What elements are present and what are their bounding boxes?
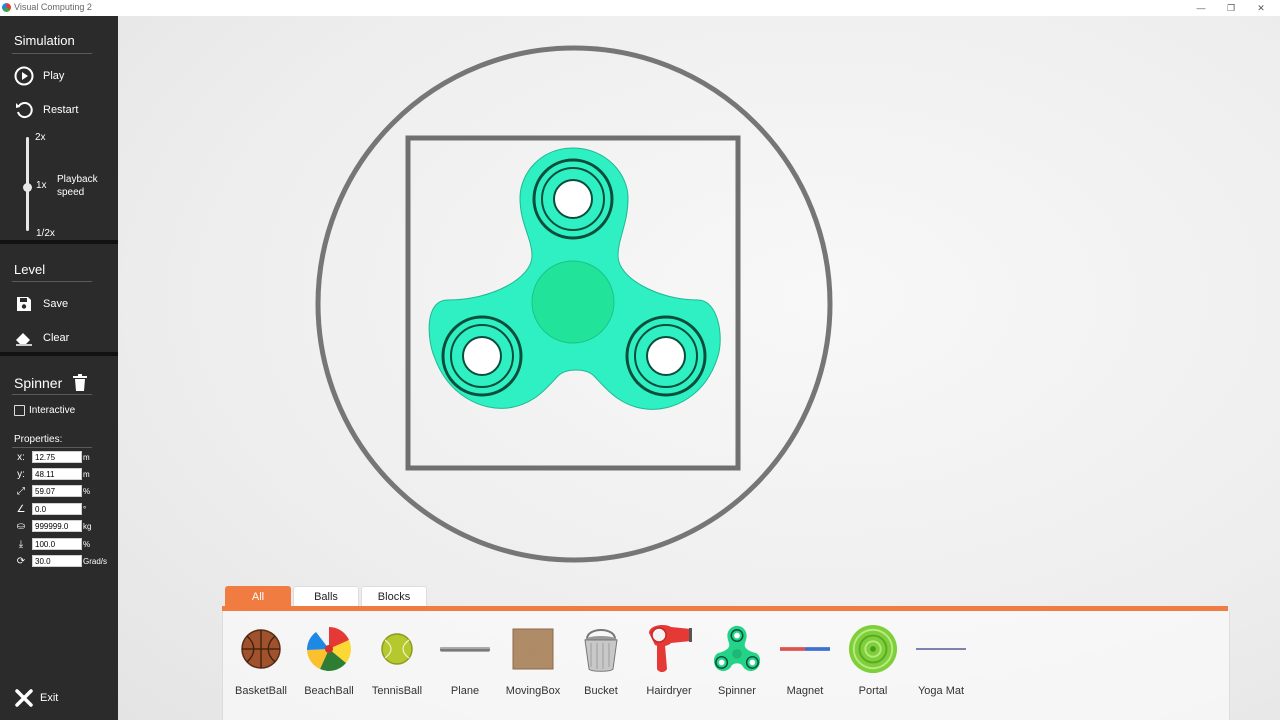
palette-item-plane[interactable]: Plane: [431, 611, 499, 711]
gravity-field[interactable]: [32, 538, 82, 550]
portal-icon: [848, 624, 898, 674]
palette-item-tennisball[interactable]: TennisBall: [363, 611, 431, 711]
y-unit: m: [83, 469, 90, 479]
gravity-unit: %: [83, 539, 91, 549]
exit-icon: [14, 688, 34, 708]
rotation-icon: ⟳: [16, 555, 26, 567]
rotation-unit: Grad/s: [83, 556, 108, 566]
box-icon: [508, 624, 558, 674]
eraser-icon: [14, 328, 34, 348]
bucket-icon: [576, 624, 626, 674]
slider-knob[interactable]: [23, 183, 32, 192]
prop-row-mass: ⛀ kg: [14, 519, 91, 533]
scale-icon: ⤢: [17, 485, 25, 497]
angle-icon: ∠: [16, 503, 26, 515]
y-icon: y:: [17, 468, 25, 480]
exit-label: Exit: [40, 692, 59, 704]
x-icon: x:: [17, 451, 25, 463]
prop-row-x: x: m: [14, 450, 90, 464]
playback-speed-label: Playback speed: [57, 174, 98, 198]
clear-label: Clear: [43, 332, 70, 344]
object-name: Spinner: [14, 375, 63, 391]
palette-item-movingbox[interactable]: MovingBox: [499, 611, 567, 711]
angle-unit: °: [83, 504, 87, 514]
interactive-checkbox[interactable]: [14, 405, 25, 416]
restart-label: Restart: [43, 104, 79, 116]
rotation-speed-field[interactable]: [32, 555, 82, 567]
tennisball-icon: [372, 624, 422, 674]
tab-balls[interactable]: Balls: [293, 586, 359, 608]
tab-blocks[interactable]: Blocks: [361, 586, 427, 608]
play-icon: [14, 66, 34, 86]
prop-row-gravity: ⤓ %: [14, 537, 90, 551]
hairdryer-icon: [644, 624, 694, 674]
item-label: Yoga Mat: [917, 685, 965, 697]
minimize-button[interactable]: —: [1192, 1, 1210, 15]
palette-item-portal[interactable]: Portal: [839, 611, 907, 711]
exit-button[interactable]: Exit: [14, 688, 58, 708]
restart-icon: [14, 100, 34, 120]
object-palette: BasketBall BeachBall TennisBall Plane Mo…: [222, 611, 1230, 720]
yogamat-icon: [916, 624, 966, 674]
save-label: Save: [43, 298, 69, 310]
angle-field[interactable]: [32, 503, 82, 515]
palette-item-spinner[interactable]: Spinner: [703, 611, 771, 711]
palette-item-beachball[interactable]: BeachBall: [295, 611, 363, 711]
palette-item-bucket[interactable]: Bucket: [567, 611, 635, 711]
save-icon: [14, 294, 34, 314]
divider: [12, 394, 92, 395]
palette-item-basketball[interactable]: BasketBall: [227, 611, 295, 711]
x-position-field[interactable]: [32, 451, 82, 463]
fidget-spinner[interactable]: [428, 147, 721, 410]
level-heading: Level: [14, 262, 46, 277]
close-button[interactable]: ✕: [1252, 1, 1270, 15]
mass-unit: kg: [83, 521, 92, 531]
interactive-label: Interactive: [29, 405, 76, 416]
divider: [12, 53, 92, 54]
weight-icon: ⛀: [16, 520, 26, 532]
maximize-button[interactable]: ❐: [1222, 1, 1240, 15]
prop-row-scale: ⤢ %: [14, 484, 90, 498]
palette-item-hairdryer[interactable]: Hairdryer: [635, 611, 703, 711]
section-separator: [0, 352, 118, 356]
prop-row-y: y: m: [14, 467, 90, 481]
plane-icon: [440, 624, 490, 674]
restart-button[interactable]: Restart: [14, 100, 78, 120]
basketball-icon: [236, 624, 286, 674]
palette-item-yoga-mat[interactable]: Yoga Mat: [907, 611, 975, 711]
speed-mid-label: 1x: [36, 180, 47, 191]
magnet-icon: [780, 624, 830, 674]
x-unit: m: [83, 452, 90, 462]
spinner-icon: [712, 624, 762, 674]
clear-button[interactable]: Clear: [14, 328, 69, 348]
tab-all[interactable]: All: [225, 586, 291, 608]
gravity-icon: ⤓: [18, 538, 24, 550]
save-button[interactable]: Save: [14, 294, 68, 314]
title-bar: Visual Computing 2 — ❐ ✕: [0, 0, 1280, 16]
palette-item-magnet[interactable]: Magnet: [771, 611, 839, 711]
section-separator: [0, 240, 118, 244]
speed-min-label: 1/2x: [36, 228, 55, 239]
divider: [12, 281, 92, 282]
spinner-center-bearing: [531, 260, 615, 344]
mass-field[interactable]: [32, 520, 82, 532]
prop-row-rotation: ⟳ Grad/s: [14, 554, 107, 568]
app-icon: [2, 3, 11, 12]
play-label: Play: [43, 70, 65, 82]
properties-label: Properties:: [14, 434, 63, 445]
window-title: Visual Computing 2: [14, 2, 92, 12]
simulation-heading: Simulation: [14, 33, 75, 48]
interactive-checkbox-row[interactable]: Interactive: [14, 405, 75, 416]
play-button[interactable]: Play: [14, 66, 64, 86]
speed-max-label: 2x: [35, 132, 46, 143]
divider: [12, 447, 92, 448]
scale-unit: %: [83, 486, 91, 496]
prop-row-angle: ∠ °: [14, 502, 86, 516]
beachball-icon: [304, 624, 354, 674]
scale-field[interactable]: [32, 485, 82, 497]
y-position-field[interactable]: [32, 468, 82, 480]
sidebar: Simulation Play Restart 2x 1x 1/2x Playb…: [0, 16, 118, 720]
